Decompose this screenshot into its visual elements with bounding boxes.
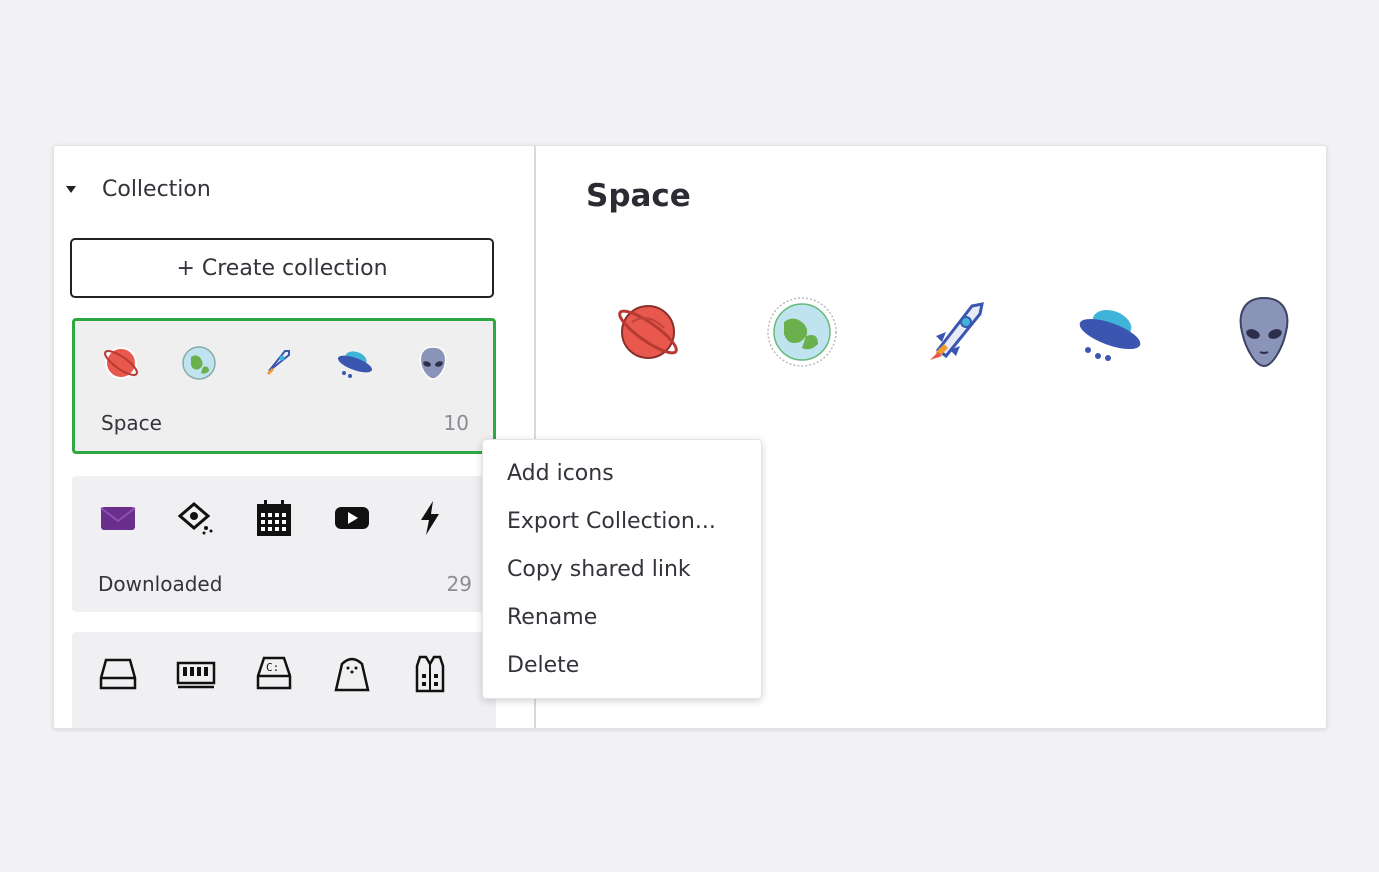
rocket-icon	[257, 343, 297, 383]
alien-icon[interactable]	[1228, 292, 1300, 372]
earth-icon[interactable]	[766, 292, 838, 372]
page-title: Space	[586, 178, 691, 214]
alien-icon	[413, 343, 453, 383]
ufo-icon[interactable]	[1074, 292, 1146, 372]
planet-icon[interactable]	[612, 292, 684, 372]
menu-item-add-icons[interactable]: Add icons	[483, 450, 761, 498]
youtube-icon	[332, 498, 372, 538]
eye-icon	[176, 498, 216, 538]
create-collection-button[interactable]: + Create collection	[70, 238, 494, 298]
collection-count: 10	[443, 411, 469, 435]
collection-name: Space	[101, 411, 162, 435]
menu-item-copy-shared-link[interactable]: Copy shared link	[483, 546, 761, 594]
ufo-icon	[335, 343, 375, 383]
svg-text:C:: C:	[266, 661, 279, 674]
collection-card-devices[interactable]: C:	[72, 632, 496, 728]
collection-name: Downloaded	[98, 572, 223, 596]
collection-count: 29	[446, 572, 472, 596]
sidebar-title: Collection	[102, 176, 211, 202]
rocket-icon[interactable]	[920, 292, 992, 372]
calendar-icon	[254, 498, 294, 538]
menu-item-delete[interactable]: Delete	[483, 642, 761, 690]
planet-icon	[101, 343, 141, 383]
vest-icon	[410, 654, 450, 694]
disk-c-icon: C:	[254, 654, 294, 694]
menu-item-export-collection[interactable]: Export Collection...	[483, 498, 761, 546]
toaster-icon	[332, 654, 372, 694]
envelope-icon	[98, 498, 138, 538]
lightning-icon	[410, 498, 450, 538]
collection-section-header[interactable]: Collection	[66, 174, 211, 204]
ram-icon	[176, 654, 216, 694]
collection-card-space[interactable]: Space 10	[72, 318, 496, 454]
caret-down-icon[interactable]	[66, 185, 76, 193]
collection-context-menu: Add icons Export Collection... Copy shar…	[482, 439, 762, 699]
hard-drive-icon	[98, 654, 138, 694]
menu-item-rename[interactable]: Rename	[483, 594, 761, 642]
icon-grid	[612, 292, 1300, 372]
collections-sidebar: Collection + Create collection Space 10 …	[54, 146, 536, 728]
collection-card-downloaded[interactable]: Downloaded 29	[72, 476, 496, 612]
earth-icon	[179, 343, 219, 383]
